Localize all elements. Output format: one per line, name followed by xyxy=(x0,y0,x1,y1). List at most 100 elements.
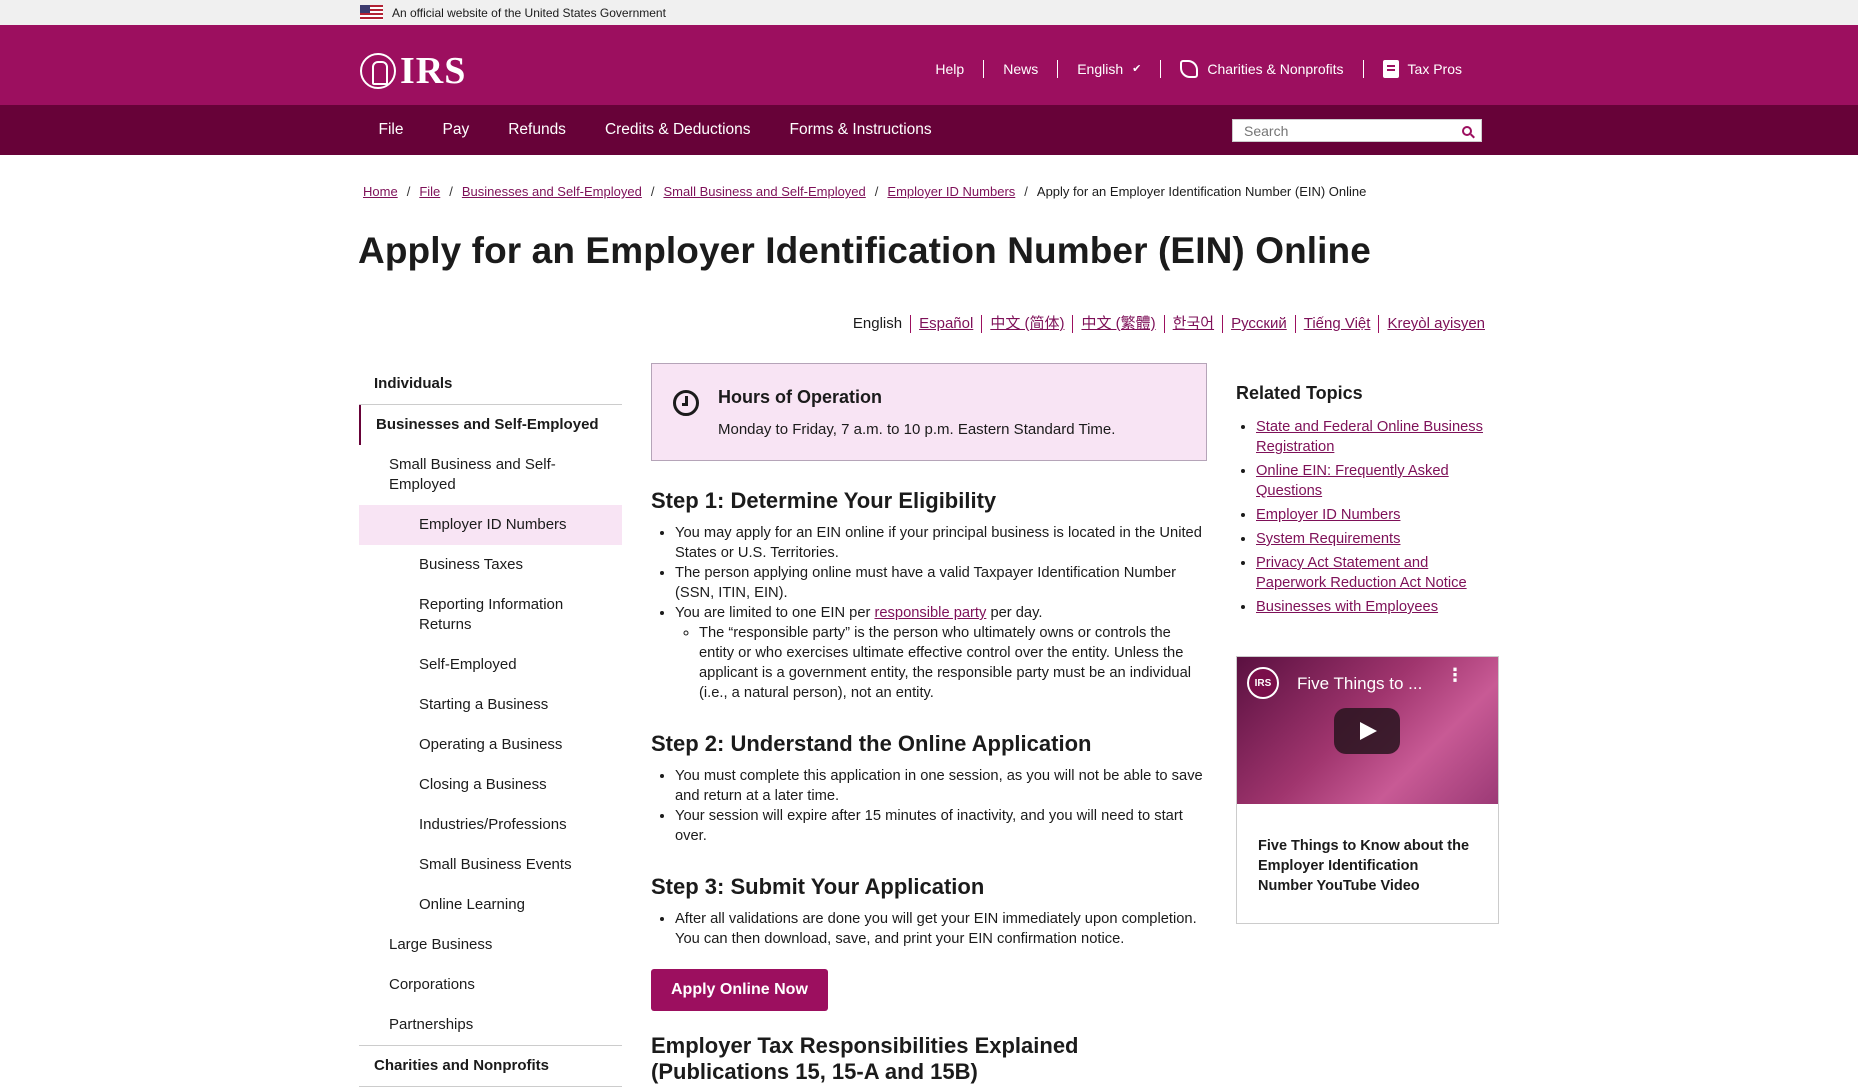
video-thumbnail[interactable]: IRS Five Things to ... ⋮ xyxy=(1237,657,1498,804)
lang-russian[interactable]: Русский xyxy=(1222,315,1295,333)
breadcrumb-employer-id[interactable]: Employer ID Numbers xyxy=(887,184,1015,199)
apply-online-now-button[interactable]: Apply Online Now xyxy=(651,969,828,1011)
related-link-system-requirements[interactable]: System Requirements xyxy=(1256,531,1400,547)
list-item: You are limited to one EIN per responsib… xyxy=(675,603,1207,703)
breadcrumb-separator: / xyxy=(449,184,453,199)
related-link-state-federal[interactable]: State and Federal Online Business Regist… xyxy=(1256,419,1483,455)
sidebar-item-large-business[interactable]: Large Business xyxy=(359,925,622,965)
list-item: System Requirements xyxy=(1256,529,1498,549)
step2-list: You must complete this application in on… xyxy=(651,766,1207,846)
utility-nav: Help News English ✔ Charities & Nonprofit… xyxy=(916,60,1481,78)
search-input[interactable] xyxy=(1233,120,1453,141)
breadcrumb-businesses[interactable]: Businesses and Self-Employed xyxy=(462,184,642,199)
lang-chinese-simplified[interactable]: 中文 (简体) xyxy=(981,315,1072,333)
step1-list: You may apply for an EIN online if your … xyxy=(651,523,1207,703)
breadcrumb-home[interactable]: Home xyxy=(363,184,398,199)
list-item: Employer ID Numbers xyxy=(1256,505,1498,525)
step1-sublist: The “responsible party” is the person wh… xyxy=(675,623,1207,703)
sidebar-item-small-business[interactable]: Small Business and Self-Employed xyxy=(359,445,622,505)
lang-haitian-creole[interactable]: Kreyòl ayisyen xyxy=(1378,315,1493,333)
news-label: News xyxy=(1003,61,1039,77)
list-item: State and Federal Online Business Regist… xyxy=(1256,417,1498,457)
sidebar-item-employer-id[interactable]: Employer ID Numbers xyxy=(359,505,622,545)
search-button[interactable] xyxy=(1453,120,1481,141)
list-item: Your session will expire after 15 minute… xyxy=(675,806,1207,846)
step3-heading: Step 3: Submit Your Application xyxy=(651,874,985,899)
nav-forms-instructions[interactable]: Forms & Instructions xyxy=(770,121,951,139)
tax-pros-label: Tax Pros xyxy=(1407,61,1462,77)
language-dropdown[interactable]: English ✔ xyxy=(1057,60,1160,78)
help-label: Help xyxy=(935,61,965,77)
sidebar-item-businesses[interactable]: Businesses and Self-Employed xyxy=(359,405,622,445)
breadcrumb-separator: / xyxy=(406,184,411,199)
language-bar: English Español 中文 (简体) 中文 (繁體) 한국어 Русс… xyxy=(845,315,1493,333)
sidebar-item-corporations[interactable]: Corporations xyxy=(359,965,622,1005)
hours-text: Monday to Friday, 7 a.m. to 10 p.m. East… xyxy=(718,421,1116,438)
list-item: Privacy Act Statement and Paperwork Redu… xyxy=(1256,553,1498,593)
breadcrumb-separator: / xyxy=(650,184,655,199)
step2-heading: Step 2: Understand the Online Applicatio… xyxy=(651,731,1092,756)
breadcrumb-small-business[interactable]: Small Business and Self-Employed xyxy=(663,184,865,199)
help-link[interactable]: Help xyxy=(916,60,983,78)
list-item: After all validations are done you will … xyxy=(675,909,1207,949)
book-icon xyxy=(1382,60,1399,78)
sidebar-item-online-learning[interactable]: Online Learning xyxy=(359,885,622,925)
more-options-icon[interactable]: ⋮ xyxy=(1446,666,1464,684)
related-link-employer-id[interactable]: Employer ID Numbers xyxy=(1256,507,1400,523)
text: You are limited to one EIN per xyxy=(675,605,875,621)
sidebar-item-starting-business[interactable]: Starting a Business xyxy=(359,685,622,725)
sidebar-item-reporting-info-returns[interactable]: Reporting Information Returns xyxy=(359,585,622,645)
video-caption: Five Things to Know about the Employer I… xyxy=(1258,838,1470,894)
lang-spanish[interactable]: Español xyxy=(910,315,981,333)
sidebar-item-individuals[interactable]: Individuals xyxy=(359,364,622,405)
breadcrumb-separator: / xyxy=(874,184,879,199)
step1-heading: Step 1: Determine Your Eligibility xyxy=(651,488,997,513)
logo-text: IRS xyxy=(400,50,467,92)
sidebar-item-business-taxes[interactable]: Business Taxes xyxy=(359,545,622,585)
list-item: You must complete this application in on… xyxy=(675,766,1207,806)
tax-pros-link[interactable]: Tax Pros xyxy=(1362,60,1481,78)
lang-vietnamese[interactable]: Tiếng Việt xyxy=(1294,315,1379,333)
chevron-down-icon: ✔ xyxy=(1132,63,1142,75)
sidebar-item-self-employed[interactable]: Self-Employed xyxy=(359,645,622,685)
list-item: The “responsible party” is the person wh… xyxy=(699,623,1207,703)
sidebar-item-partnerships[interactable]: Partnerships xyxy=(359,1005,622,1045)
related-topics: Related Topics State and Federal Online … xyxy=(1236,383,1498,621)
nav-refunds[interactable]: Refunds xyxy=(489,121,586,139)
page-title: Apply for an Employer Identification Num… xyxy=(358,230,1371,271)
play-icon[interactable] xyxy=(1334,708,1400,754)
sidebar-nav: Individuals Businesses and Self-Employed… xyxy=(359,364,622,1087)
breadcrumb: Home / File / Businesses and Self-Employed… xyxy=(363,184,1366,199)
nav-pay[interactable]: Pay xyxy=(423,121,489,139)
responsible-party-link[interactable]: responsible party xyxy=(875,605,987,621)
nav-credits-deductions[interactable]: Credits & Deductions xyxy=(585,121,770,139)
sidebar-item-small-business-events[interactable]: Small Business Events xyxy=(359,845,622,885)
related-link-privacy-act[interactable]: Privacy Act Statement and Paperwork Redu… xyxy=(1256,555,1467,591)
lang-chinese-traditional[interactable]: 中文 (繁體) xyxy=(1072,315,1163,333)
related-topics-list: State and Federal Online Business Regist… xyxy=(1236,417,1498,617)
language-label: English xyxy=(1077,61,1124,77)
us-flag-icon xyxy=(360,5,383,20)
list-item: The person applying online must have a v… xyxy=(675,563,1207,603)
sidebar-item-operating-business[interactable]: Operating a Business xyxy=(359,725,622,765)
sidebar-item-charities[interactable]: Charities and Nonprofits xyxy=(359,1045,622,1087)
breadcrumb-file[interactable]: File xyxy=(419,184,440,199)
related-link-businesses-employees[interactable]: Businesses with Employees xyxy=(1256,599,1438,615)
text: per day. xyxy=(986,605,1043,621)
related-link-online-ein-faq[interactable]: Online EIN: Frequently Asked Questions xyxy=(1256,463,1449,499)
nav-file[interactable]: File xyxy=(359,121,423,139)
search-icon xyxy=(1462,125,1472,136)
video-thumb-title: Five Things to ... xyxy=(1297,674,1423,693)
news-link[interactable]: News xyxy=(983,60,1057,78)
video-card: IRS Five Things to ... ⋮ Five Things to … xyxy=(1236,656,1499,924)
lang-korean[interactable]: 한국어 xyxy=(1163,315,1222,333)
clock-icon xyxy=(673,390,699,416)
lang-english: English xyxy=(852,315,903,332)
related-topics-title: Related Topics xyxy=(1236,383,1363,403)
handshake-icon xyxy=(1180,60,1199,78)
irs-logo[interactable]: IRS xyxy=(360,49,466,93)
sidebar-item-closing-business[interactable]: Closing a Business xyxy=(359,765,622,805)
list-item: You may apply for an EIN online if your … xyxy=(675,523,1207,563)
sidebar-item-industries[interactable]: Industries/Professions xyxy=(359,805,622,845)
charities-link[interactable]: Charities & Nonprofits xyxy=(1160,60,1362,78)
